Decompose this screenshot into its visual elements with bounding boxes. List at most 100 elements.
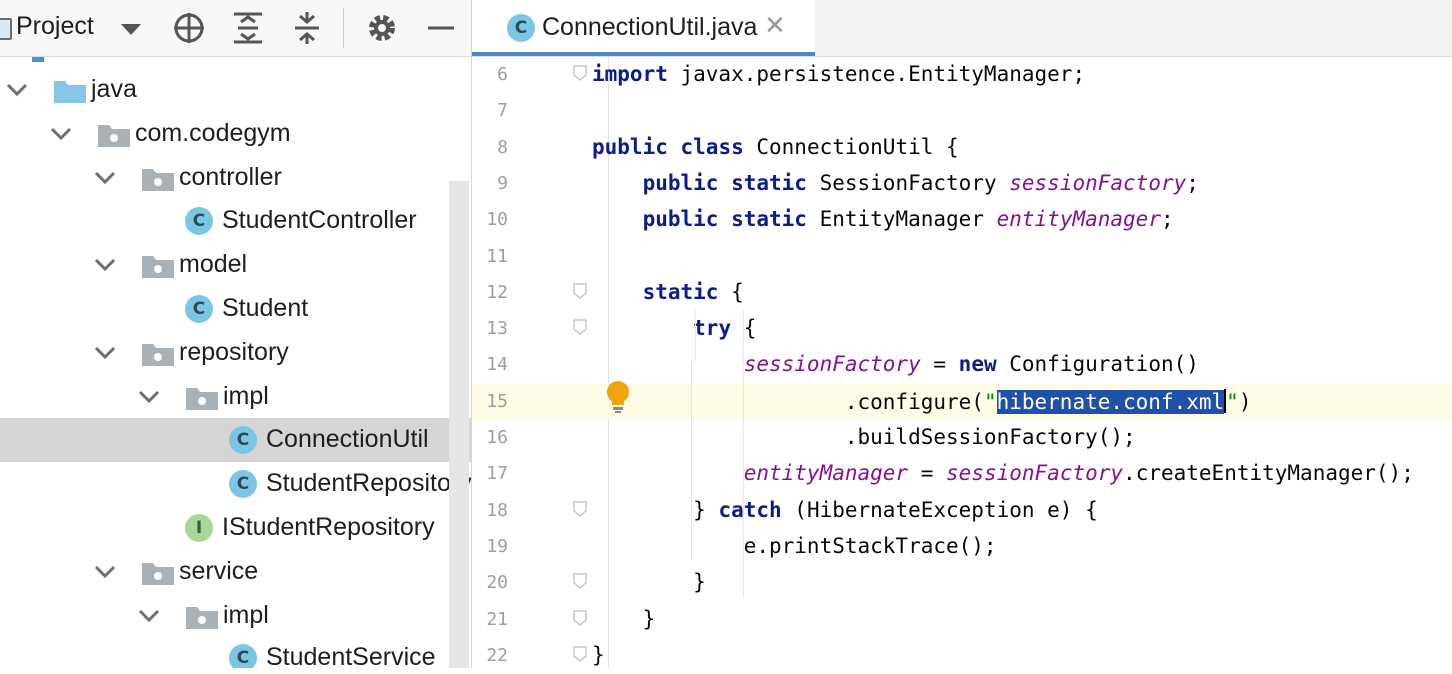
line-number: 10 [486,209,508,230]
code-token: { [718,280,744,304]
code-text: } [592,643,605,667]
class-icon: C [229,470,257,498]
indent-guide [695,310,696,362]
chevron-down-icon[interactable] [50,126,72,147]
close-icon[interactable]: ✕ [764,10,786,41]
chevron-down-icon[interactable] [94,257,116,278]
tree-item-label: impl [223,601,269,629]
tree-item[interactable]: C Student [0,287,471,331]
code-line[interactable]: 6 import javax.persistence.EntityManager; [472,57,1452,93]
code-text: import javax.persistence.EntityManager; [592,62,1085,86]
fold-marker-icon[interactable] [573,65,587,86]
chevron-down-icon[interactable] [138,608,160,629]
code-token: } [592,570,706,594]
code-line[interactable]: 10 public static EntityManager entityMan… [472,202,1452,238]
code-line[interactable]: 7 [472,93,1452,129]
indent-guide [743,310,744,598]
tree-item[interactable]: service [0,550,471,594]
tree-item[interactable]: I IStudentRepository [0,506,471,550]
code-line[interactable]: 18 } catch (HibernateException e) { [472,493,1452,529]
fold-marker-icon[interactable] [573,610,587,631]
tree-item-label: service [179,557,259,585]
tree-item[interactable]: java [0,68,471,112]
code-token: ConnectionUtil { [743,135,959,159]
code-line[interactable]: 20 } [472,565,1452,601]
tree-item[interactable]: C ConnectionUtil [0,418,471,462]
tree-item[interactable]: C StudentService [0,636,471,668]
locate-target-icon[interactable] [171,10,207,46]
code-token: class [680,135,744,159]
tree-item-label: repository [179,338,289,366]
code-text: .buildSessionFactory(); [592,425,1136,449]
code-line[interactable]: 8 public class ConnectionUtil { [472,130,1452,166]
code-line[interactable]: 13 try { [472,311,1452,347]
indent-guide [691,360,692,560]
code-line[interactable]: 17 entityManager = sessionFactory.create… [472,456,1452,492]
settings-gear-icon[interactable] [364,10,400,46]
interface-icon: I [185,514,213,542]
chevron-down-icon[interactable] [94,564,116,585]
chevron-down-icon[interactable] [6,82,28,103]
tree-item-label: controller [179,163,282,191]
fold-marker-icon[interactable] [573,283,587,304]
collapse-all-icon[interactable] [289,10,325,46]
tree-item[interactable]: C StudentController [0,199,471,243]
code-token: (HibernateException e) { [781,498,1098,522]
code-token: public [642,207,719,231]
code-token: .buildSessionFactory(); [592,425,1136,449]
code-token: sessionFactory [946,461,1124,485]
code-line[interactable]: 21 } [472,602,1452,638]
code-line[interactable]: 14 sessionFactory = new Configuration() [472,347,1452,383]
tree-scrollbar[interactable] [449,181,469,668]
code-line[interactable]: 12 static { [472,275,1452,311]
code-token: try [693,316,732,340]
tree-item[interactable]: impl [0,375,471,419]
code-text: } [592,570,706,594]
code-text: public class ConnectionUtil { [592,135,959,159]
tab-connectionutil[interactable]: C ConnectionUtil.java ✕ [472,0,815,56]
chevron-down-icon[interactable] [94,170,116,191]
code-token: .configure( [592,390,984,414]
line-number: 8 [497,137,508,158]
line-number: 15 [486,391,508,412]
lightbulb-icon[interactable] [604,380,632,419]
tree-item[interactable]: model [0,243,471,287]
tab-label: ConnectionUtil.java [542,13,758,41]
tree-item[interactable]: C StudentRepository [0,462,471,506]
package-folder-icon [141,559,175,592]
fold-marker-icon[interactable] [573,319,587,340]
fold-marker-icon[interactable] [573,646,587,667]
project-title[interactable]: Project [16,12,94,41]
code-token: public [642,171,719,195]
fold-marker-icon[interactable] [573,501,587,522]
code-token: = [908,461,947,485]
chevron-down-icon[interactable] [138,389,160,410]
tree-item-label: StudentController [222,206,417,234]
dropdown-arrow-icon[interactable] [113,10,149,46]
chevron-down-icon[interactable] [94,345,116,366]
tree-item[interactable]: impl [0,594,471,638]
tree-item[interactable]: com.codegym [0,112,471,156]
tree-item[interactable]: repository [0,331,471,375]
code-text: try { [592,316,756,340]
line-number: 18 [486,500,508,521]
code-line[interactable]: 22} [472,638,1452,674]
hide-minus-icon[interactable] [423,10,459,46]
code-token: catch [718,498,782,522]
code-line[interactable]: 9 public static SessionFactory sessionFa… [472,166,1452,202]
fold-marker-icon[interactable] [573,573,587,594]
editor-tab-bar: C ConnectionUtil.java ✕ [472,0,1452,57]
code-line[interactable]: 11 [472,239,1452,275]
code-line[interactable]: 19 e.printStackTrace(); [472,529,1452,565]
code-line[interactable]: 16 .buildSessionFactory(); [472,420,1452,456]
code-text: entityManager = sessionFactory.createEnt… [592,461,1414,485]
scroll-position-marker [32,57,44,62]
tree-item[interactable]: controller [0,156,471,200]
code-editor: C ConnectionUtil.java ✕ 6 import javax.pe… [472,0,1452,668]
line-number: 12 [486,282,508,303]
expand-all-icon[interactable] [230,10,266,46]
line-number: 21 [486,609,508,630]
